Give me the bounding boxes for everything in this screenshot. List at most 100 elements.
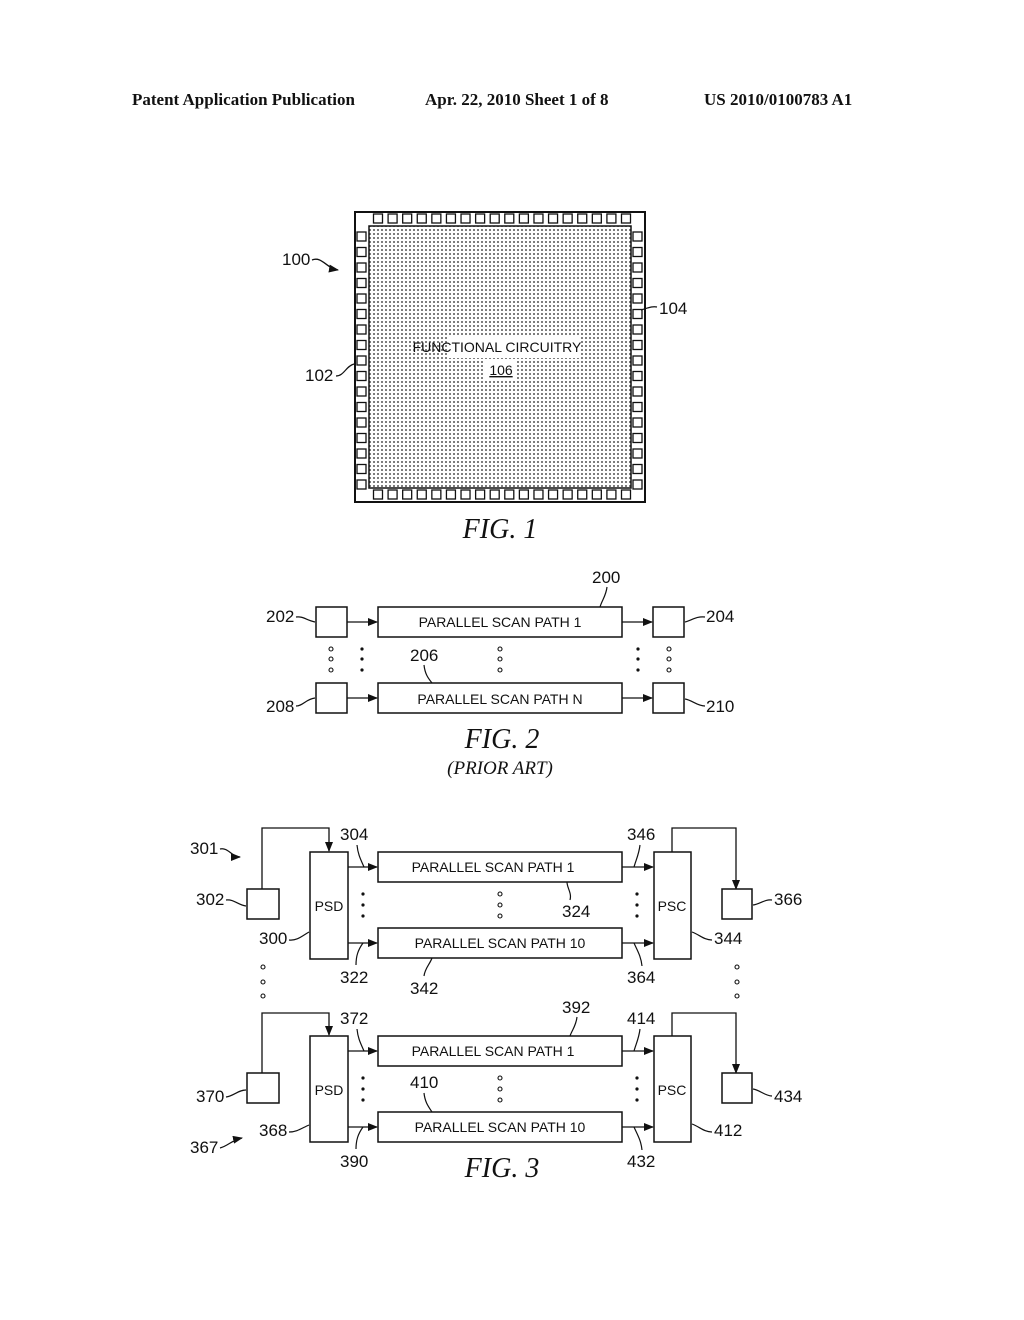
core-label: FUNCTIONAL CIRCUITRY [413,339,582,355]
fig2-caption: FIG. 2 [464,724,540,755]
ref-102: 102 [305,366,333,385]
ref-200: 200 [592,568,620,587]
leader-344 [691,931,713,941]
scan-path-10-label: PARALLEL SCAN PATH 10 [415,1119,586,1135]
io-pad [372,489,384,500]
io-pad [632,401,643,413]
io-pad [402,213,413,224]
io-pad [402,489,413,500]
io-pad [460,213,471,224]
ref-210: 210 [706,697,734,716]
scan-path-1-label: PARALLEL SCAN PATH 1 [419,614,582,630]
psc-label: PSC [658,898,687,914]
io-pad [606,489,617,500]
io-pad [460,489,471,500]
leader-200 [599,586,608,608]
io-pad [518,213,530,224]
io-pad [620,213,632,224]
ref-302: 302 [196,890,224,909]
fig3-bottom-group: PSD PARALLEL SCAN PATH 1 PARALLEL SCAN P… [246,1012,753,1143]
io-pad [632,448,643,459]
leader-370 [225,1089,247,1098]
ref-204: 204 [706,607,734,626]
leader-300 [288,931,310,941]
io-pad [533,489,544,500]
io-pad [547,213,559,224]
leader-434 [752,1088,773,1097]
io-pad [518,489,530,500]
leader-100 [311,258,339,273]
io-pad [577,213,588,224]
io-pad [562,489,573,500]
ref-392: 392 [562,998,590,1017]
io-pad [356,370,367,382]
io-pad [632,277,643,289]
leader-368 [288,1124,310,1133]
output-box-434 [721,1072,753,1104]
io-pad [632,479,643,490]
io-pad [445,489,457,500]
io-pad [356,386,367,397]
scan-path-1-label: PARALLEL SCAN PATH 1 [412,1043,575,1059]
io-pad [632,293,643,304]
ref-104: 104 [659,299,687,318]
io-pad [632,386,643,397]
ref-434: 434 [774,1087,802,1106]
io-pad [387,489,398,500]
ref-432: 432 [627,1152,655,1171]
fig2-diagram: PARALLEL SCAN PATH 1 PARALLEL SCAN PATH … [315,606,685,714]
io-pad [445,213,457,224]
scan-path-1-label: PARALLEL SCAN PATH 1 [412,859,575,875]
core-ref: 106 [489,362,513,378]
leader-102 [335,363,355,377]
io-pad [591,213,602,224]
io-pad [562,213,573,224]
io-pad [356,231,367,242]
scan-path-10-label: PARALLEL SCAN PATH 10 [415,935,586,951]
ref-324: 324 [562,902,590,921]
io-pad [356,448,367,459]
ref-304: 304 [340,825,368,844]
psd-label: PSD [315,898,344,914]
io-pad [474,489,486,500]
io-pad [504,489,515,500]
leader-367 [219,1135,243,1149]
io-pad [474,213,486,224]
ref-100: 100 [282,250,310,269]
leader-204 [684,616,706,623]
io-pad [356,293,367,304]
ref-206: 206 [410,646,438,665]
io-pad [489,213,500,224]
ref-202: 202 [266,607,294,626]
leader-346 [633,844,641,868]
leader-202 [295,616,316,623]
io-pad [356,324,367,335]
leader-302 [225,899,247,907]
io-pad [416,213,427,224]
leader-364 [633,942,643,967]
scan-path-n-label: PARALLEL SCAN PATH N [417,691,582,707]
io-pad [577,489,588,500]
io-pad [356,463,367,475]
io-pad [356,479,367,490]
io-pad [632,262,643,273]
ref-370: 370 [196,1087,224,1106]
io-pad [591,489,602,500]
io-pad [632,308,643,320]
io-pad [431,213,442,224]
io-pad [387,213,398,224]
fig2-prior-art: (PRIOR ART) [447,758,553,779]
leader-324 [566,881,572,901]
leader-412 [691,1123,713,1133]
io-pad [356,339,367,351]
leader-410 [423,1092,433,1113]
ref-342: 342 [410,979,438,998]
io-pad [431,489,442,500]
io-pad [372,213,384,224]
fig1-caption: FIG. 1 [462,514,538,545]
psd-label: PSD [315,1082,344,1098]
leader-301 [219,848,241,861]
ref-322: 322 [340,968,368,987]
io-pad [533,213,544,224]
io-pad [356,308,367,320]
